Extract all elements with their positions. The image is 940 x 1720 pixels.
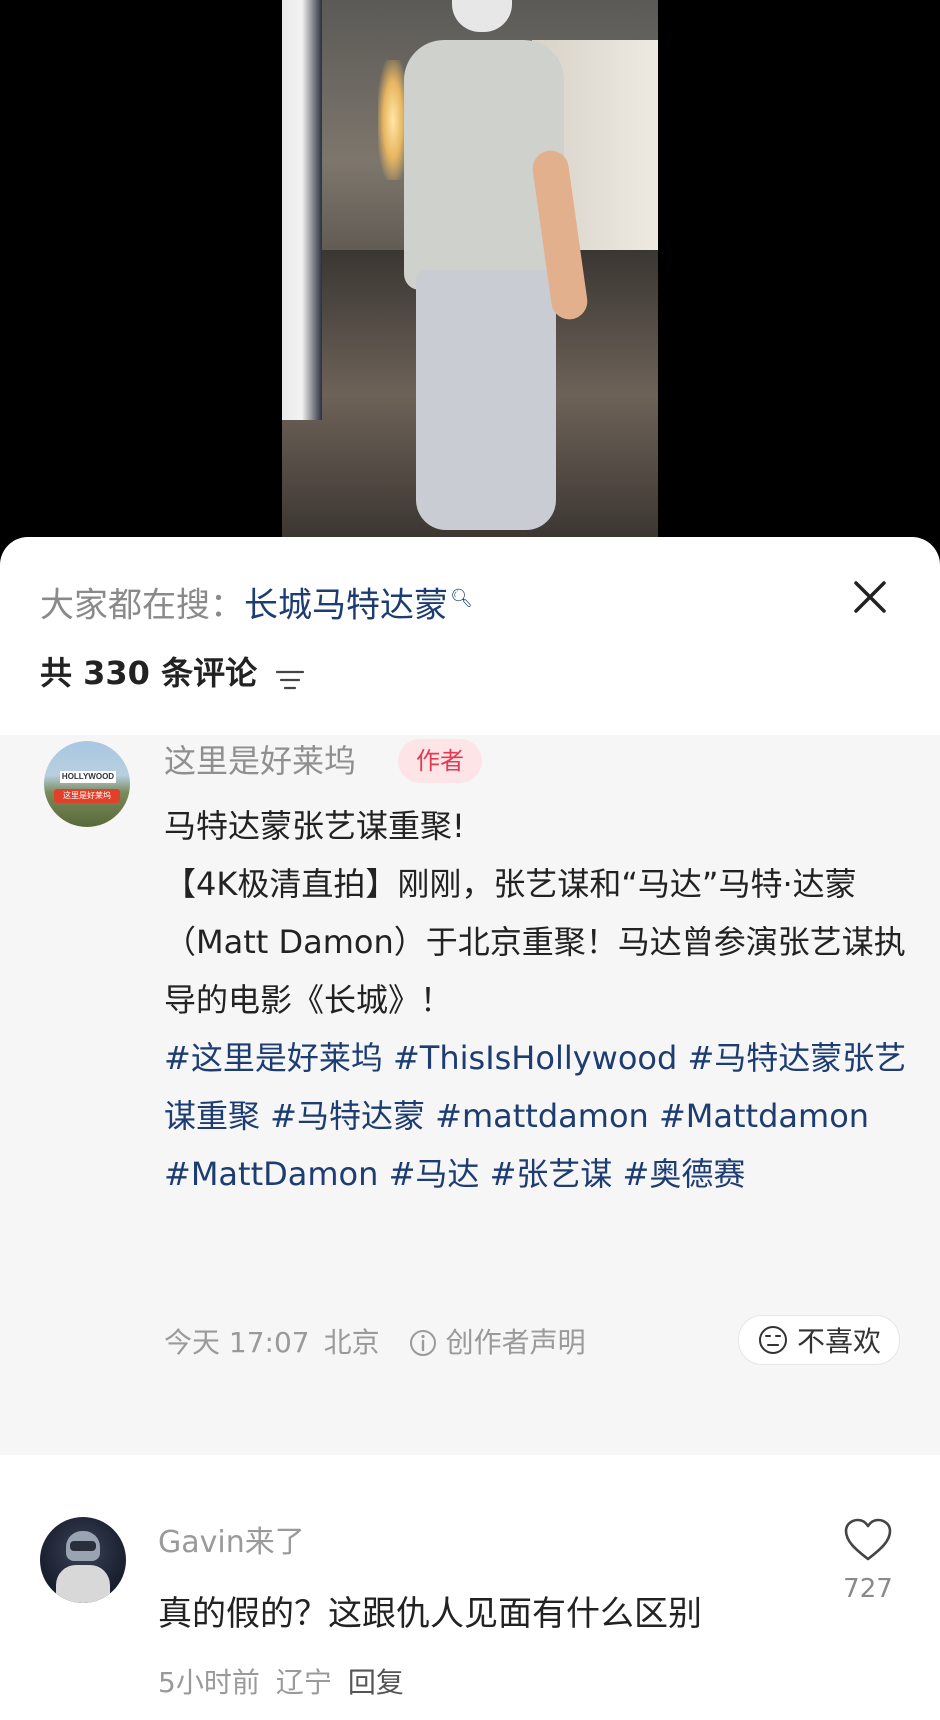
heart-icon bbox=[844, 1518, 892, 1561]
post-text: 马特达蒙张艺谋重聚! 【4K极清直拍】刚刚，张艺谋和“马达”马特·达蒙（Matt… bbox=[164, 797, 910, 1203]
post-meta: 今天 17:07 北京 创作者声明 bbox=[164, 1321, 586, 1365]
dislike-label: 不喜欢 bbox=[796, 1325, 881, 1358]
comment-username[interactable]: Gavin来了 bbox=[158, 1521, 305, 1565]
like-count: 727 bbox=[843, 1574, 893, 1604]
sort-icon[interactable] bbox=[275, 660, 305, 690]
reply-button[interactable]: 回复 bbox=[348, 1661, 404, 1705]
avatar-body bbox=[56, 1565, 110, 1603]
avatar-sign: HOLLYWOOD bbox=[60, 771, 116, 783]
post-hashtags[interactable]: #这里是好莱坞 #ThisIsHollywood #马特达蒙张艺谋重聚 #马特达… bbox=[164, 1029, 910, 1203]
comments-count-row: 共 330 条评论 bbox=[40, 651, 305, 695]
search-icon: 🔍︎ bbox=[450, 588, 473, 609]
trending-search[interactable]: 大家都在搜：长城马特达蒙 🔍︎ bbox=[40, 577, 473, 627]
comments-count: 共 330 条评论 bbox=[40, 654, 258, 692]
author-badge: 作者 bbox=[398, 739, 482, 783]
like-button[interactable]: 727 bbox=[840, 1517, 896, 1605]
comment-time: 5小时前 bbox=[158, 1666, 260, 1699]
video-side-person bbox=[282, 0, 322, 420]
trending-search-prefix: 大家都在搜： bbox=[40, 585, 244, 626]
post-body: 【4K极清直拍】刚刚，张艺谋和“马达”马特·达蒙（Matt Damon）于北京重… bbox=[164, 865, 906, 1019]
video-player[interactable] bbox=[0, 0, 940, 560]
post-time: 今天 17:07 bbox=[164, 1326, 310, 1359]
video-frame[interactable] bbox=[282, 0, 658, 540]
author-name[interactable]: 这里是好莱坞 bbox=[164, 739, 356, 783]
post-headline: 马特达蒙张艺谋重聚! bbox=[164, 807, 465, 845]
author-post: HOLLYWOOD 这里是好莱坞 这里是好莱坞 作者 马特达蒙张艺谋重聚! 【4… bbox=[0, 735, 940, 1455]
person-pants bbox=[416, 270, 556, 530]
creator-declaration[interactable]: 创作者声明 bbox=[446, 1321, 586, 1365]
comment-meta: 5小时前 辽宁 回复 bbox=[158, 1661, 404, 1705]
trending-search-term[interactable]: 长城马特达蒙 bbox=[244, 585, 448, 625]
comments-sheet: 大家都在搜：长城马特达蒙 🔍︎ 共 330 条评论 HOLLYWOOD 这里是好莱… bbox=[0, 537, 940, 1720]
close-icon bbox=[854, 581, 886, 613]
avatar[interactable]: HOLLYWOOD 这里是好莱坞 bbox=[44, 741, 130, 827]
comment-location: 辽宁 bbox=[275, 1666, 332, 1699]
close-button[interactable] bbox=[848, 575, 892, 619]
comment-text[interactable]: 真的假的？这跟仇人见面有什么区别 bbox=[158, 1589, 702, 1639]
meh-face-icon bbox=[758, 1326, 787, 1354]
person-cap bbox=[452, 0, 512, 32]
video-person bbox=[374, 0, 604, 540]
avatar-banner: 这里是好莱坞 bbox=[54, 789, 120, 803]
comment-item: Gavin来了 真的假的？这跟仇人见面有什么区别 5小时前 辽宁 回复 727 bbox=[0, 1455, 940, 1720]
avatar-visor bbox=[70, 1541, 96, 1551]
avatar[interactable] bbox=[40, 1517, 126, 1603]
post-location: 北京 bbox=[323, 1326, 380, 1359]
info-icon bbox=[409, 1330, 436, 1356]
dislike-button[interactable]: 不喜欢 bbox=[737, 1315, 900, 1365]
